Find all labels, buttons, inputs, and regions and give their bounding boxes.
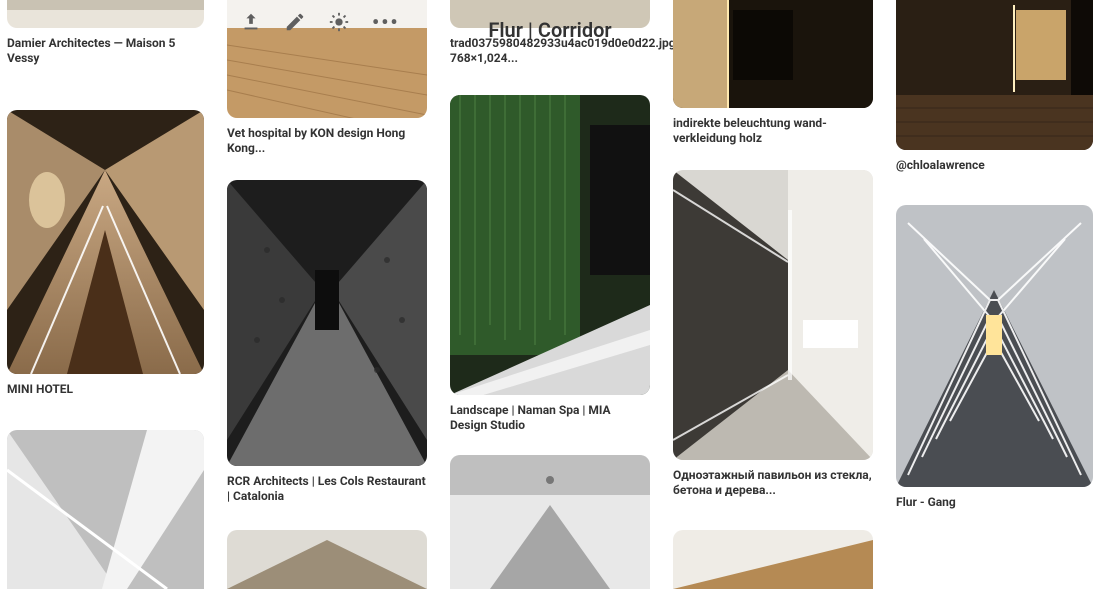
pin[interactable]: Flur - Gang (896, 205, 1093, 510)
pin[interactable]: MINI HOTEL (7, 110, 204, 397)
pin-title: indirekte beleuchtung wand-verkleidung h… (673, 116, 873, 146)
pin-title: Vet hospital by KON design Hong Kong... (227, 126, 427, 156)
pin[interactable]: Landscape | Naman Spa | MIA Design Studi… (450, 95, 650, 433)
pin-image (673, 170, 873, 460)
pin[interactable] (7, 430, 204, 589)
pin[interactable] (450, 455, 650, 589)
pin-toolbar: ••• (240, 10, 400, 34)
brightness-icon[interactable] (328, 11, 350, 33)
pin-image (450, 95, 650, 395)
pin-title: Flur - Gang (896, 495, 1093, 510)
pin-image (227, 530, 427, 589)
pin-image (227, 180, 427, 466)
pin-image (673, 530, 873, 589)
share-icon[interactable] (240, 11, 262, 33)
pin[interactable] (227, 530, 427, 589)
pin-title: MINI HOTEL (7, 382, 204, 397)
pin-image (7, 110, 204, 374)
pin-title: Landscape | Naman Spa | MIA Design Studi… (450, 403, 650, 433)
board-header: Flur | Corridor (0, 0, 1100, 60)
pin[interactable]: RCR Architects | Les Cols Restaurant | C… (227, 180, 427, 504)
pin-image (450, 455, 650, 589)
pin-title: RCR Architects | Les Cols Restaurant | C… (227, 474, 427, 504)
pin[interactable] (673, 530, 873, 589)
pin-image (7, 430, 204, 589)
pin-image (896, 205, 1093, 487)
edit-icon[interactable] (284, 11, 306, 33)
pin-title: @chloalawrence (896, 158, 1093, 173)
pin-title: Одноэтажный павильон из стекла, бетона и… (673, 468, 873, 498)
pin[interactable]: Одноэтажный павильон из стекла, бетона и… (673, 170, 873, 498)
more-icon[interactable]: ••• (372, 10, 400, 34)
board-title: Flur | Corridor (488, 18, 611, 42)
